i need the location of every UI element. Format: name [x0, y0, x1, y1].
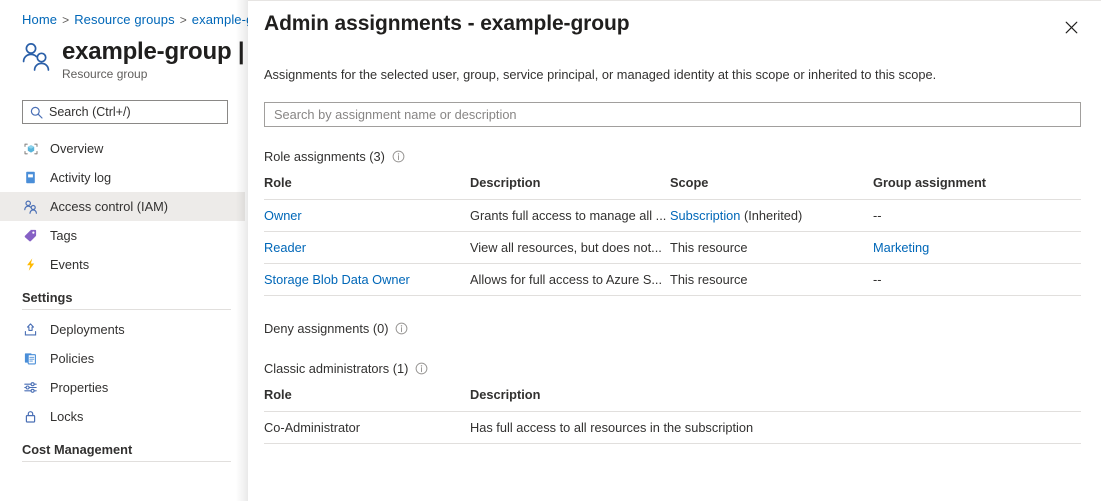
cell-role: Reader: [264, 232, 470, 264]
sidebar-item-policies[interactable]: Policies: [0, 344, 245, 373]
sidebar-search-box[interactable]: Search (Ctrl+/): [22, 100, 228, 124]
sidebar-item-access-control-iam[interactable]: Access control (IAM): [0, 192, 245, 221]
sidebar-item-label-deployments: Deployments: [50, 322, 125, 337]
sidebar-item-label-tags: Tags: [50, 228, 77, 243]
cell-scope: This resource: [670, 264, 873, 296]
scope-inherited-suffix: (Inherited): [740, 208, 802, 223]
role-link-owner[interactable]: Owner: [264, 208, 302, 223]
role-link-reader[interactable]: Reader: [264, 240, 306, 255]
table-row: Storage Blob Data Owner Allows for full …: [264, 264, 1081, 296]
info-icon[interactable]: [395, 322, 408, 335]
close-icon: [1064, 20, 1079, 35]
cell-scope: Subscription (Inherited): [670, 200, 873, 232]
classic-administrators-heading: Classic administrators (1): [264, 361, 428, 376]
panel-title: Admin assignments - example-group: [264, 12, 629, 36]
column-header-description[interactable]: Description: [470, 387, 1081, 412]
sidebar-item-label-overview: Overview: [50, 141, 103, 156]
breadcrumb-item-resource-groups[interactable]: Resource groups: [74, 12, 175, 27]
cell-role: Owner: [264, 200, 470, 232]
role-assignments-heading: Role assignments (3): [264, 149, 405, 164]
table-header-row: Role Description: [264, 387, 1081, 412]
tag-icon: [22, 227, 39, 244]
assignment-search-input[interactable]: [264, 102, 1081, 127]
access-control-people-icon: [22, 198, 39, 215]
info-icon[interactable]: [392, 150, 405, 163]
page-subtitle: Resource group: [62, 67, 244, 81]
sidebar-item-events[interactable]: Events: [0, 250, 245, 279]
classic-administrators-heading-text: Classic administrators (1): [264, 361, 408, 376]
sidebar-item-label-policies: Policies: [50, 351, 94, 366]
cell-description: View all resources, but does not...: [470, 232, 670, 264]
sidebar-heading-cost-management: Cost Management: [0, 442, 245, 457]
column-header-role[interactable]: Role: [264, 175, 470, 200]
cell-description: Grants full access to manage all ...: [470, 200, 670, 232]
sidebar-item-overview[interactable]: Overview: [0, 134, 245, 163]
admin-assignments-panel: Admin assignments - example-group Assign…: [248, 0, 1101, 501]
sidebar-nav: Overview Activity log: [0, 134, 245, 467]
sidebar-divider-settings: [22, 309, 231, 310]
breadcrumb-separator: >: [62, 13, 69, 27]
deny-assignments-heading: Deny assignments (0): [264, 321, 408, 336]
deployments-upload-icon: [22, 321, 39, 338]
activity-log-book-icon: [22, 169, 39, 186]
column-header-description[interactable]: Description: [470, 175, 670, 200]
page-title-row: example-group | Resource group: [20, 38, 244, 81]
column-header-role[interactable]: Role: [264, 387, 470, 412]
column-header-group-assignment[interactable]: Group assignment: [873, 175, 1081, 200]
policies-document-icon: [22, 350, 39, 367]
sidebar-divider-cost-management: [22, 461, 231, 462]
column-header-scope[interactable]: Scope: [670, 175, 873, 200]
cell-role: Storage Blob Data Owner: [264, 264, 470, 296]
panel-drop-shadow: [236, 0, 248, 501]
cell-group-assignment: --: [873, 264, 1081, 296]
cell-group-assignment: Marketing: [873, 232, 1081, 264]
cell-scope: This resource: [670, 232, 873, 264]
sidebar-item-activity-log[interactable]: Activity log: [0, 163, 245, 192]
classic-administrators-table: Role Description Co-Administrator Has fu…: [264, 387, 1081, 444]
role-assignments-heading-text: Role assignments (3): [264, 149, 385, 164]
info-icon[interactable]: [415, 362, 428, 375]
sidebar-item-tags[interactable]: Tags: [0, 221, 245, 250]
cell-description: Allows for full access to Azure S...: [470, 264, 670, 296]
sidebar-item-label-properties: Properties: [50, 380, 108, 395]
panel-description: Assignments for the selected user, group…: [264, 67, 936, 82]
cell-description: Has full access to all resources in the …: [470, 412, 1081, 444]
sidebar-item-label-events: Events: [50, 257, 89, 272]
events-lightning-icon: [22, 256, 39, 273]
properties-sliders-icon: [22, 379, 39, 396]
role-assignments-table: Role Description Scope Group assignment …: [264, 175, 1081, 296]
breadcrumb-item-home[interactable]: Home: [22, 12, 57, 27]
sidebar-item-deployments[interactable]: Deployments: [0, 315, 245, 344]
sidebar-item-label-locks: Locks: [50, 409, 83, 424]
sidebar-heading-settings: Settings: [0, 290, 245, 305]
table-row: Reader View all resources, but does not.…: [264, 232, 1081, 264]
sidebar-item-locks[interactable]: Locks: [0, 402, 245, 431]
azure-portal-screen: Home>Resource groups>example-group examp…: [0, 0, 1101, 501]
deny-assignments-heading-text: Deny assignments (0): [264, 321, 388, 336]
role-link-storage-blob-data-owner[interactable]: Storage Blob Data Owner: [264, 272, 410, 287]
sidebar-item-label-activity-log: Activity log: [50, 170, 111, 185]
table-row: Co-Administrator Has full access to all …: [264, 412, 1081, 444]
breadcrumb-separator-2: >: [180, 13, 187, 27]
overview-cube-icon: [22, 140, 39, 157]
cell-group-assignment: --: [873, 200, 1081, 232]
close-button[interactable]: [1059, 15, 1083, 39]
table-header-row: Role Description Scope Group assignment: [264, 175, 1081, 200]
search-icon: [30, 106, 43, 119]
resource-group-people-icon: [20, 40, 54, 74]
scope-link-subscription[interactable]: Subscription: [670, 208, 740, 223]
sidebar-search-placeholder: Search (Ctrl+/): [49, 105, 131, 119]
group-link-marketing[interactable]: Marketing: [873, 240, 929, 255]
resource-group-blade: Home>Resource groups>example-group examp…: [0, 0, 250, 501]
cell-role: Co-Administrator: [264, 412, 470, 444]
table-row: Owner Grants full access to manage all .…: [264, 200, 1081, 232]
locks-padlock-icon: [22, 408, 39, 425]
page-title: example-group |: [62, 38, 244, 66]
sidebar-item-properties[interactable]: Properties: [0, 373, 245, 402]
sidebar-item-label-access-control-iam: Access control (IAM): [50, 199, 168, 214]
